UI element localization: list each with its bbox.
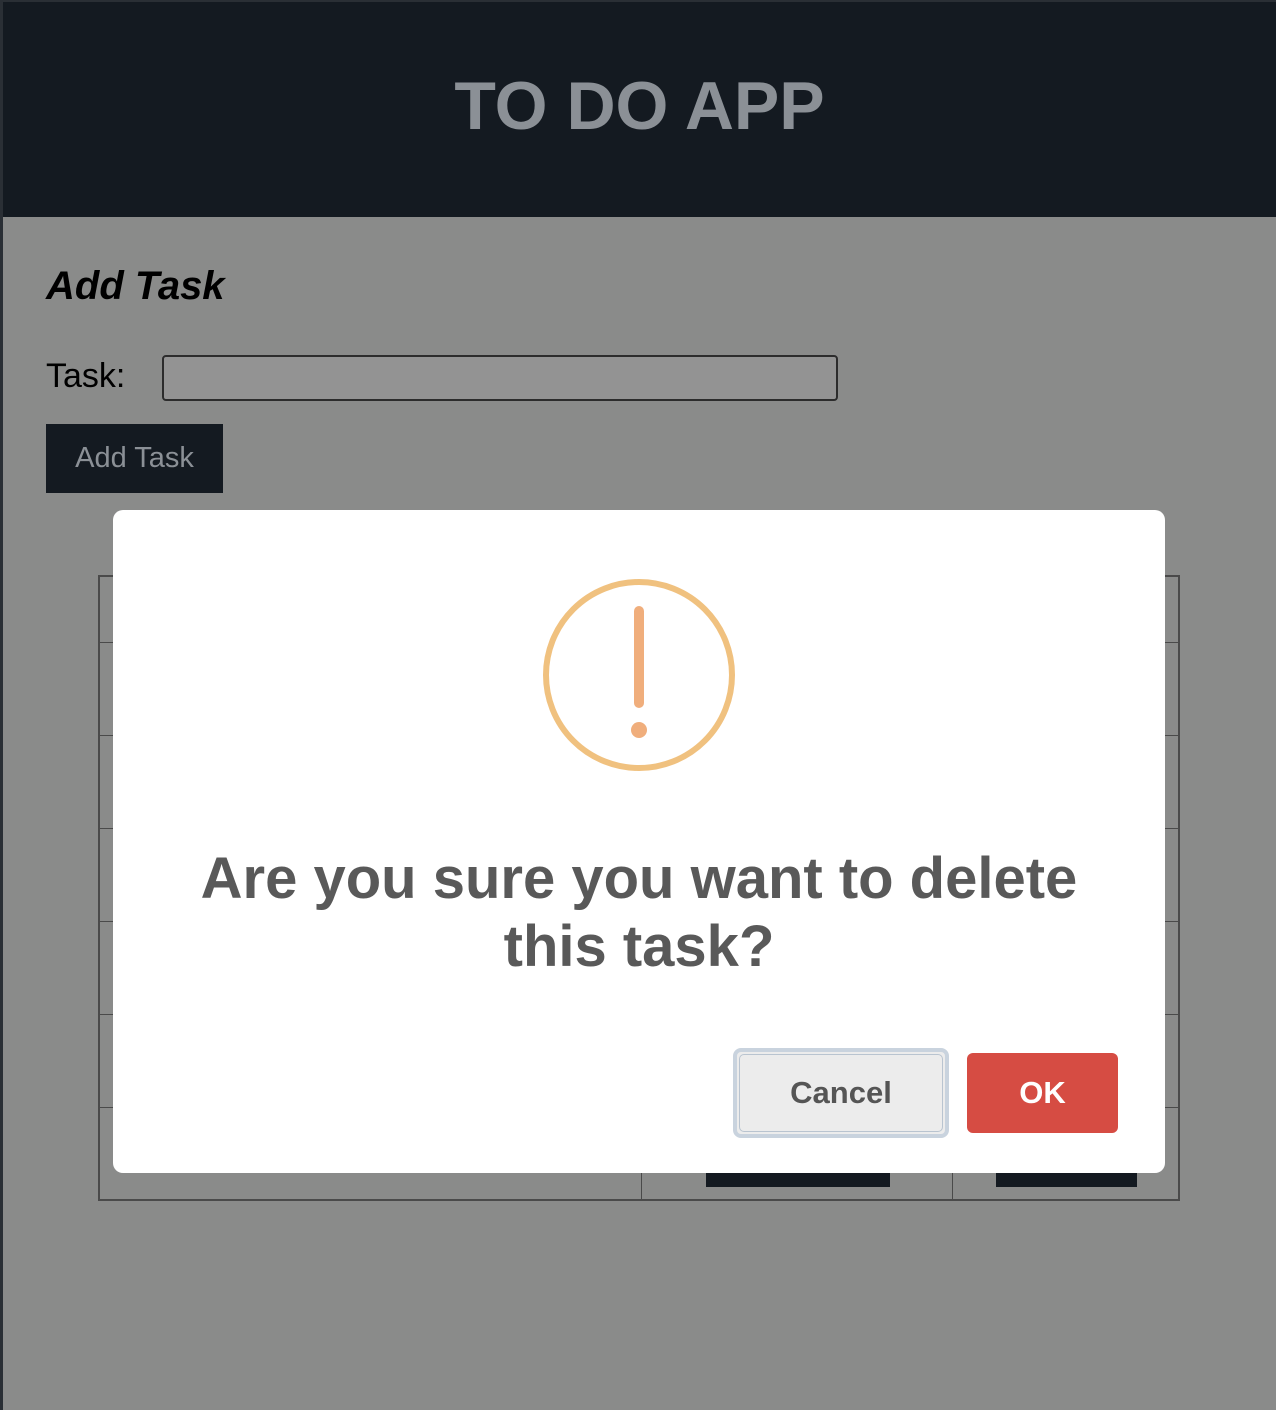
app-header: TO DO APP — [3, 2, 1276, 217]
warning-exclamation-icon — [543, 579, 735, 771]
focus-ring — [739, 1054, 943, 1132]
ok-button[interactable]: OK — [967, 1053, 1118, 1133]
add-task-heading: Add Task — [46, 264, 225, 308]
cancel-button[interactable]: Cancel — [733, 1048, 949, 1138]
app-title: TO DO APP — [454, 67, 825, 144]
delete-confirm-dialog: Are you sure you want to delete this tas… — [113, 510, 1165, 1173]
add-task-button[interactable]: Add Task — [46, 424, 223, 493]
task-label: Task: — [46, 357, 126, 395]
task-input[interactable] — [162, 355, 838, 401]
dialog-message: Are you sure you want to delete this tas… — [200, 846, 1078, 979]
